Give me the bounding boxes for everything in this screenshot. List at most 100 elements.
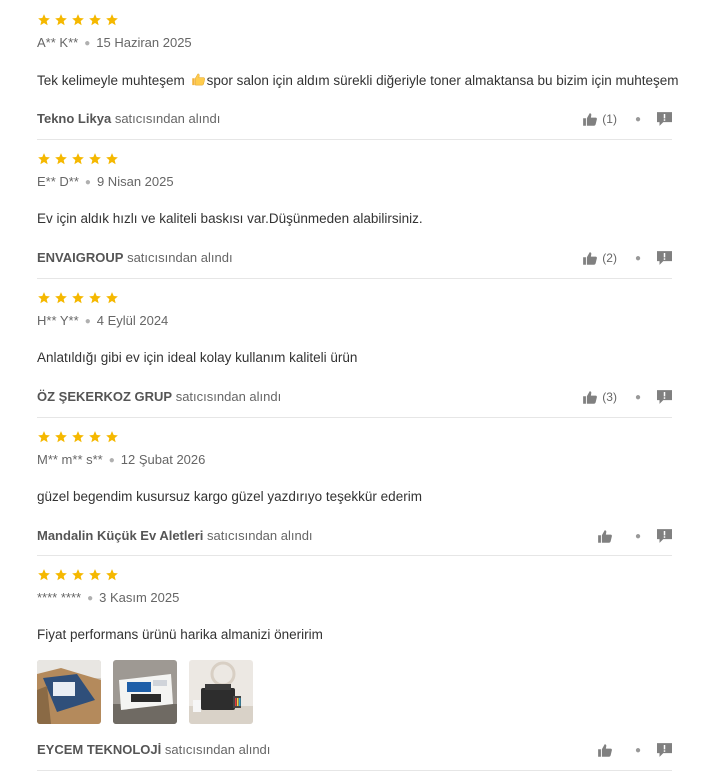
star-icon (38, 153, 50, 165)
like-button[interactable] (597, 743, 617, 758)
review-comment: Tek kelimeyle muhteşem spor salon için a… (37, 72, 679, 88)
star-icon (89, 292, 101, 304)
seller-suffix: satıcısından alındı (164, 742, 271, 757)
star-icon (89, 14, 101, 26)
printer-on-table-photo (189, 660, 253, 724)
report-button[interactable] (657, 743, 672, 757)
review-date: 4 Eylül 2024 (96, 313, 169, 328)
review-comment-part-2: spor salon için aldım sürekli diğeriyle … (206, 73, 679, 88)
star-icon (38, 431, 50, 443)
review-meta: **** **** ● 3 Kasım 2025 (37, 590, 179, 605)
thumbs-up-icon (598, 529, 612, 543)
report-flag-icon (657, 112, 672, 126)
star-icon (55, 153, 67, 165)
meta-separator: ● (108, 455, 115, 466)
star-icon (106, 153, 118, 165)
report-button[interactable] (657, 390, 672, 404)
review-date: 12 Şubat 2026 (120, 452, 206, 467)
review-comment: Fiyat performans ürünü harika almanizi ö… (37, 627, 323, 642)
seller-line: Tekno Likya satıcısından alındı (37, 111, 220, 126)
seller-name[interactable]: ÖZ ŞEKERKOZ GRUP (37, 389, 172, 404)
review-author: M** m** s** (37, 452, 103, 467)
star-icon (72, 14, 84, 26)
seller-line: ÖZ ŞEKERKOZ GRUP satıcısından alındı (37, 389, 281, 404)
seller-line: ENVAIGROUP satıcısından alındı (37, 250, 233, 265)
star-icon (106, 569, 118, 581)
star-icon (72, 569, 84, 581)
star-rating (37, 430, 119, 444)
thumbs-up-icon (598, 743, 612, 757)
review-photo[interactable] (37, 660, 101, 724)
seller-name[interactable]: ENVAIGROUP (37, 250, 123, 265)
star-rating (37, 568, 119, 582)
star-icon (38, 569, 50, 581)
star-icon (38, 292, 50, 304)
seller-suffix: satıcısından alındı (207, 528, 313, 543)
thumbs-up-icon (583, 251, 598, 265)
meta-separator: ● (87, 593, 94, 604)
meta-separator: ● (84, 316, 91, 327)
review-photo[interactable] (113, 660, 177, 724)
review-photo[interactable] (189, 660, 253, 724)
star-icon (106, 14, 118, 26)
review-comment-part-1: Tek kelimeyle muhteşem (37, 73, 189, 88)
thumbs-up-icon (583, 390, 598, 404)
action-separator: ● (634, 252, 641, 264)
star-rating (37, 291, 119, 305)
seller-suffix: satıcısından alındı (127, 250, 233, 265)
star-icon (72, 431, 84, 443)
seller-name[interactable]: EYCEM TEKNOLOJİ (37, 742, 161, 757)
report-button[interactable] (657, 112, 672, 126)
seller-suffix: satıcısından alındı (114, 111, 221, 126)
report-button[interactable] (657, 529, 672, 543)
seller-name[interactable]: Mandalin Küçük Ev Aletleri (37, 528, 203, 543)
review-author: H** Y** (37, 313, 79, 328)
star-icon (55, 569, 67, 581)
action-separator: ● (634, 391, 641, 403)
report-flag-icon (657, 390, 672, 404)
star-icon (38, 14, 50, 26)
review-date: 15 Haziran 2025 (96, 35, 192, 50)
seller-line: Mandalin Küçük Ev Aletleri satıcısından … (37, 528, 313, 543)
like-button[interactable]: (2) (582, 251, 617, 266)
review-comment: Anlatıldığı gibi ev için ideal kolay kul… (37, 350, 358, 365)
star-icon (55, 14, 67, 26)
review-comment: güzel begendim kusursuz kargo güzel yazd… (37, 489, 422, 504)
review-meta: E** D** ● 9 Nisan 2025 (37, 174, 174, 189)
seller-name[interactable]: Tekno Likya (37, 111, 111, 126)
review-author: A** K** (37, 35, 79, 50)
meta-separator: ● (84, 38, 91, 49)
action-separator: ● (634, 113, 641, 125)
review-actions: ● (597, 528, 672, 544)
star-icon (106, 292, 118, 304)
star-icon (89, 153, 101, 165)
like-button[interactable] (597, 529, 617, 544)
review-photos (37, 660, 253, 724)
star-icon (55, 292, 67, 304)
report-flag-icon (657, 251, 672, 265)
like-button[interactable]: (3) (582, 390, 617, 405)
thumbs-up-emoji (191, 73, 205, 86)
review-author: E** D** (37, 174, 79, 189)
review-divider (37, 770, 672, 771)
seller-line: EYCEM TEKNOLOJİ satıcısından alındı (37, 742, 270, 757)
like-count: (3) (602, 390, 617, 404)
meta-separator: ● (84, 177, 91, 188)
thumbs-up-icon (583, 112, 598, 126)
star-rating (37, 13, 119, 27)
seller-suffix: satıcısından alındı (175, 389, 282, 404)
printer-box-photo (37, 660, 101, 724)
action-separator: ● (634, 744, 641, 756)
star-icon (72, 153, 84, 165)
review-meta: M** m** s** ● 12 Şubat 2026 (37, 452, 205, 467)
report-flag-icon (657, 743, 672, 757)
report-button[interactable] (657, 251, 672, 265)
review-date: 3 Kasım 2025 (99, 590, 180, 605)
review-divider (37, 555, 672, 556)
star-icon (89, 569, 101, 581)
review-comment: Ev için aldık hızlı ve kaliteli baskısı … (37, 211, 423, 226)
review-actions: (1) ● (582, 111, 672, 127)
like-button[interactable]: (1) (582, 112, 617, 127)
review-author: **** **** (37, 590, 82, 605)
report-flag-icon (657, 529, 672, 543)
